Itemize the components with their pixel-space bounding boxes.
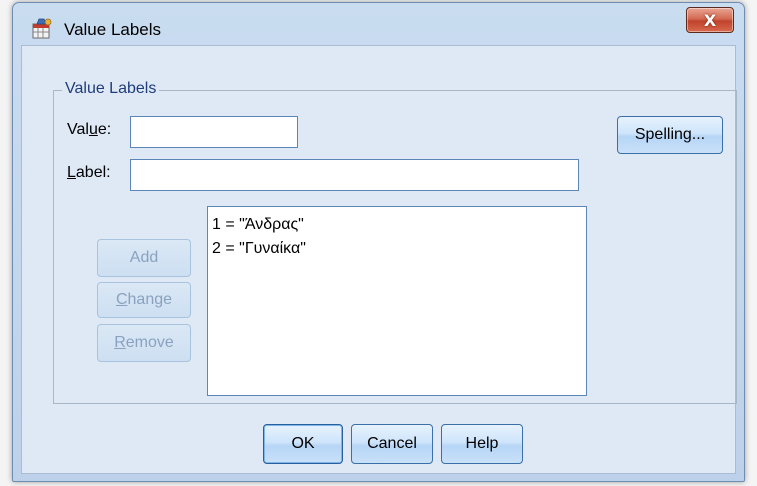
value-labels-dialog: Value Labels X Value Labels Value: Spell… (12, 2, 745, 482)
change-mnemonic: C (115, 291, 128, 308)
value-label-part: Val (67, 121, 89, 138)
cancel-button[interactable]: Cancel (351, 424, 433, 464)
label-label-part: abel: (75, 164, 111, 181)
screen: Value Labels X Value Labels Value: Spell… (0, 0, 757, 486)
remove-label: emove (125, 334, 174, 351)
remove-mnemonic: R (114, 334, 126, 351)
window-title: Value Labels (64, 20, 162, 39)
value-label-part-end: e: (97, 121, 112, 138)
groupbox-legend: Value Labels (62, 80, 160, 98)
dialog-client-area: Value Labels Value: Spelling... Label: A… (21, 45, 737, 474)
spelling-button[interactable]: Spelling... (617, 116, 723, 154)
list-item[interactable]: 2 = "Γυναίκα" (212, 237, 582, 261)
label-input[interactable] (130, 159, 579, 191)
help-button[interactable]: Help (441, 424, 523, 464)
spss-app-icon (32, 18, 52, 39)
close-button[interactable]: X (686, 7, 734, 33)
value-label-mnemonic: u (88, 121, 98, 138)
value-input[interactable] (130, 116, 298, 148)
label-label-mnemonic: L (67, 164, 76, 181)
remove-button[interactable]: Remove (97, 324, 191, 362)
add-button[interactable]: Add (97, 239, 191, 277)
label-field-label: Label: (67, 164, 111, 182)
change-label: hange (127, 291, 173, 308)
change-button[interactable]: Change (97, 282, 191, 318)
list-item[interactable]: 1 = "Άνδρας" (212, 213, 582, 237)
title-bar[interactable]: Value Labels X (13, 3, 744, 47)
value-labels-list[interactable]: 1 = "Άνδρας" 2 = "Γυναίκα" (207, 206, 587, 396)
value-field-label: Value: (67, 121, 111, 139)
close-icon: X (703, 10, 717, 30)
ok-button[interactable]: OK (263, 424, 343, 464)
